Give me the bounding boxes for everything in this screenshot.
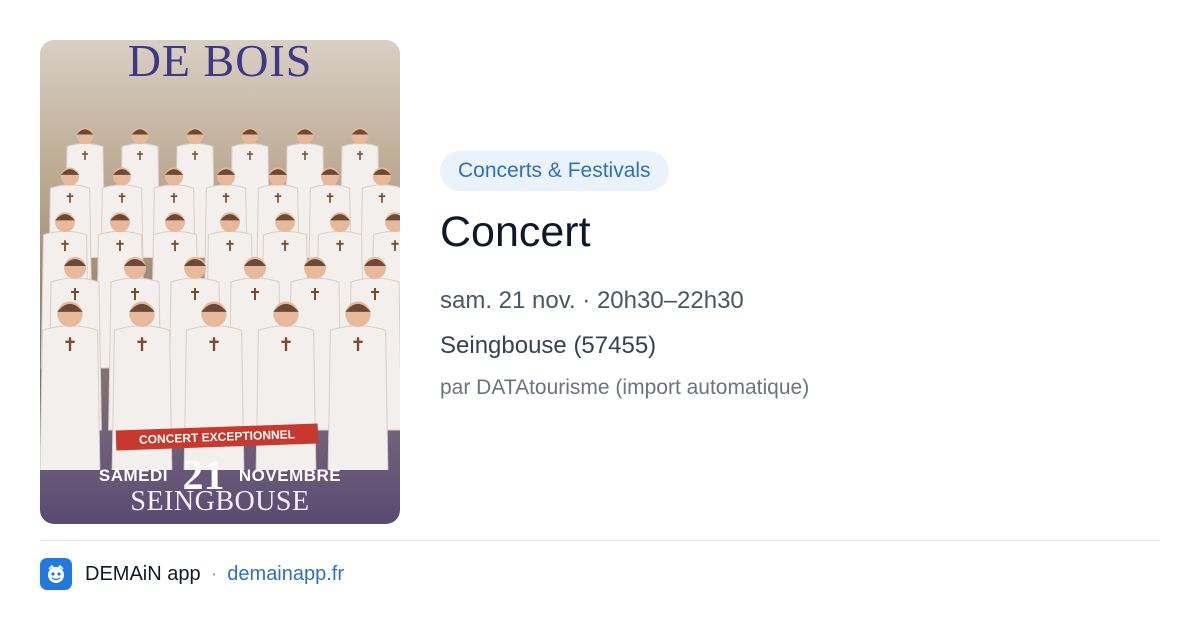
footer-divider [40,540,1160,541]
poster-month-label: NOVEMBRE [238,466,342,485]
footer: DEMAiN app · demainapp.fr [40,558,344,590]
poster-title: DE BOIS [127,40,313,86]
app-name: DEMAiN app [85,562,201,585]
event-source: par DATAtourisme (import automatique) [440,376,810,399]
event-poster-image[interactable]: DE BOIS CONCERT EXCEPTIONNEL SAMEDI 21 N… [40,40,400,524]
choir-illustration [40,127,400,470]
event-title[interactable]: Concert [440,208,591,257]
event-location: Seingbouse (57455) [440,332,657,359]
event-datetime: sam. 21 nov. · 20h30–22h30 [440,287,744,314]
footer-separator: · [210,562,218,585]
app-link[interactable]: demainapp.fr [227,563,344,586]
demain-app-icon[interactable] [40,558,72,590]
poster-city: SEINGBOUSE [130,486,310,517]
poster-day-label: SAMEDI [98,466,168,485]
category-badge[interactable]: Concerts & Festivals [440,151,669,191]
